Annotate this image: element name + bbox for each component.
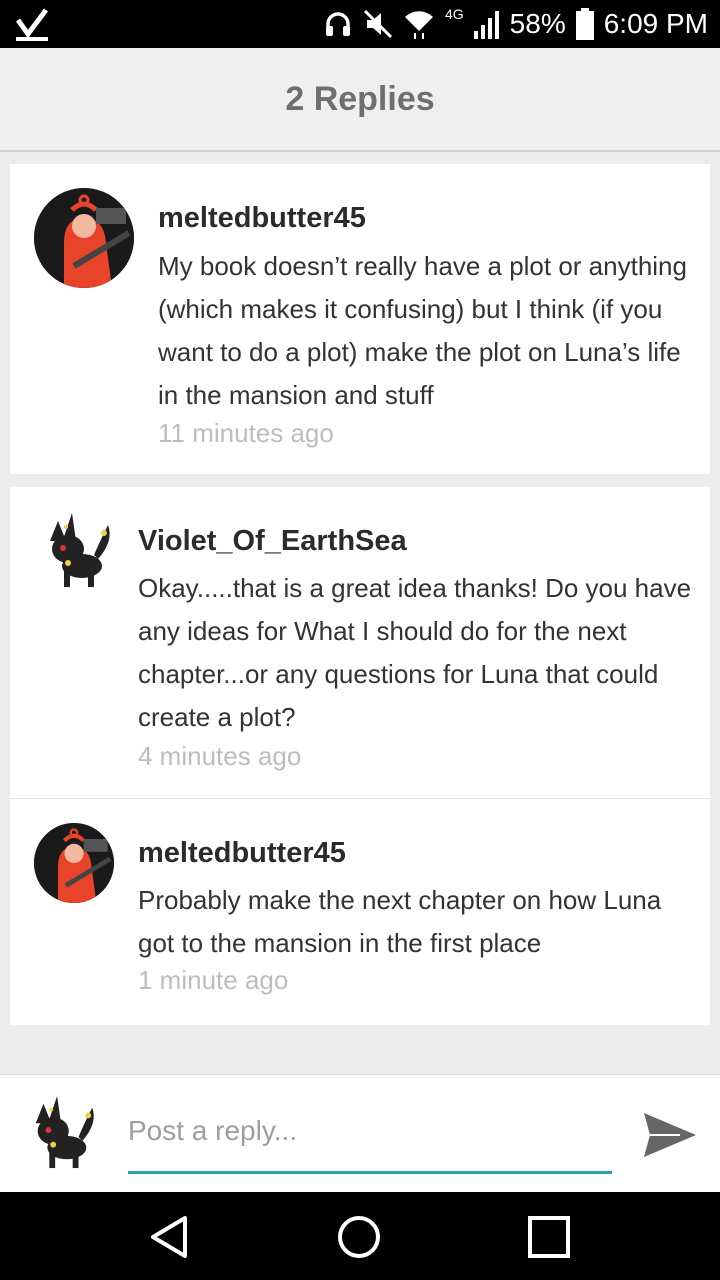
send-icon[interactable] (640, 1105, 700, 1165)
comment-item: meltedbutter45 Probably make the next ch… (10, 799, 710, 1025)
page-title: 2 Replies (285, 79, 435, 118)
mute-icon (363, 9, 393, 39)
comment-timestamp: 4 minutes ago (138, 741, 302, 771)
comment-timestamp: 1 minute ago (138, 965, 289, 995)
headphones-icon (325, 12, 350, 36)
reply-input-underline (128, 1171, 612, 1174)
comment-text: My book doesn’t really have a plot or an… (158, 251, 687, 410)
reply-thread-card: Violet_Of_EarthSea Okay.....that is a gr… (10, 487, 710, 1025)
avatar[interactable] (34, 188, 134, 288)
navigation-bar (0, 1192, 720, 1280)
comment-username[interactable]: Violet_Of_EarthSea (138, 525, 407, 558)
status-bar: 4G 58% 6:09 PM (0, 0, 720, 48)
comment-card: meltedbutter45 My book doesn’t really ha… (10, 164, 710, 474)
umbreon-avatar-image (50, 513, 110, 587)
battery-percent: 58% (509, 8, 566, 39)
comment-text: Okay.....that is a great idea thanks! Do… (138, 573, 692, 732)
comment-item: meltedbutter45 My book doesn’t really ha… (10, 164, 710, 474)
wifi-icon (404, 11, 433, 39)
reply-composer (0, 1074, 720, 1193)
network-type: 4G (444, 6, 464, 22)
status-icons: 4G 58% 6:09 PM (323, 0, 708, 48)
back-nav-icon[interactable] (145, 1212, 195, 1262)
user-avatar-image (34, 823, 114, 903)
clock: 6:09 PM (603, 8, 708, 39)
home-nav-icon[interactable] (334, 1212, 384, 1262)
user-avatar-image (34, 188, 134, 288)
comment-timestamp: 11 minutes ago (158, 418, 334, 448)
check-notification-icon (15, 8, 48, 41)
avatar[interactable] (38, 511, 114, 591)
comment-text: Probably make the next chapter on how Lu… (138, 885, 662, 958)
umbreon-avatar-image (35, 1096, 94, 1169)
comment-username[interactable]: meltedbutter45 (138, 837, 346, 870)
recents-nav-icon[interactable] (524, 1212, 574, 1262)
comment-username[interactable]: meltedbutter45 (158, 202, 366, 235)
replies-header: 2 Replies (0, 48, 720, 152)
reply-input[interactable] (128, 1113, 612, 1149)
signal-icon (473, 11, 499, 39)
current-user-avatar (24, 1093, 98, 1173)
avatar[interactable] (34, 823, 114, 903)
battery-icon (575, 8, 594, 40)
comment-item: Violet_Of_EarthSea Okay.....that is a gr… (10, 487, 710, 798)
